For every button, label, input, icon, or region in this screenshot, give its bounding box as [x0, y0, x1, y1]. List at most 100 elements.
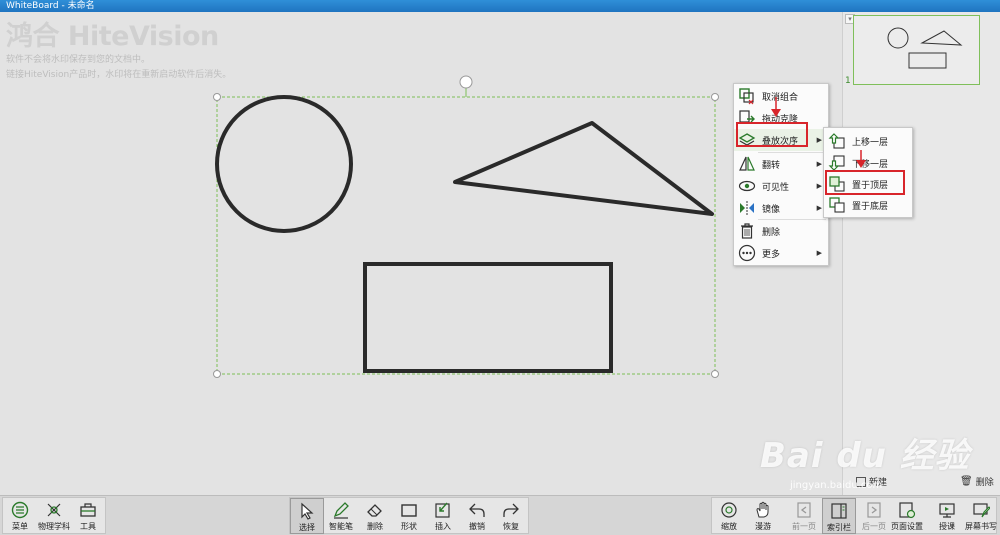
page-settings-icon	[899, 502, 916, 519]
insert-icon	[435, 502, 450, 518]
prev-page-icon	[797, 502, 811, 518]
prev-page-button[interactable]: 前一页	[787, 498, 821, 534]
toolbar-label: 缩放	[721, 522, 737, 531]
toolbar-label: 授课	[939, 522, 955, 531]
baidu-watermark-url: jingyan.baidu.com	[790, 480, 883, 491]
submenu-label: 上移一层	[852, 137, 889, 148]
next-page-icon	[867, 502, 881, 518]
select-tool-button[interactable]: 选择	[290, 498, 324, 534]
rotate-handle[interactable]	[459, 75, 473, 89]
submenu-item-send-to-back[interactable]: 置于底层	[824, 194, 912, 216]
menu-icon	[11, 501, 29, 519]
toolbar-label: 恢复	[503, 522, 519, 531]
shape-button[interactable]: 形状	[392, 498, 426, 534]
redo-button[interactable]: 恢复	[494, 498, 528, 534]
selection-box[interactable]	[216, 96, 716, 375]
screen-write-button[interactable]: 屏幕书写	[964, 498, 998, 534]
toolbar-label: 物理学科	[38, 522, 70, 531]
menu-label: 取消组合	[762, 92, 799, 103]
context-menu: 取消组合 拖动克隆 叠放次序 ▶ 翻转 ▶ 可见性 ▶ 镜像 ▶ 删除 更多 ▶	[733, 83, 829, 266]
submenu-item-move-up[interactable]: 上移一层	[824, 130, 912, 152]
menu-item-delete[interactable]: 删除	[734, 220, 828, 242]
redo-icon	[503, 503, 519, 517]
highlight-bring-to-front	[825, 170, 905, 195]
trash-icon: 🗑	[960, 476, 973, 487]
submenu-label: 置于底层	[852, 201, 889, 212]
drawing-layer[interactable]	[0, 0, 842, 495]
toolbar-label: 选择	[299, 523, 315, 532]
zoom-icon	[721, 502, 737, 518]
more-icon	[738, 244, 756, 262]
submenu-label: 下移一层	[852, 159, 889, 170]
menu-item-mirror[interactable]: 镜像 ▶	[734, 197, 828, 219]
eye-icon	[738, 180, 756, 192]
undo-button[interactable]: 撤销	[460, 498, 494, 534]
menu-label: 可见性	[762, 182, 790, 193]
toolbar-label: 后一页	[862, 522, 886, 531]
mirror-icon	[740, 201, 754, 215]
submenu-arrow-icon: ▶	[816, 136, 822, 144]
menu-item-ungroup[interactable]: 取消组合	[734, 85, 828, 107]
toolbar-label: 菜单	[12, 522, 28, 531]
eraser-icon	[367, 504, 382, 517]
shape-icon	[401, 504, 417, 517]
toolbar-label: 屏幕书写	[965, 522, 997, 531]
teach-button[interactable]: 授课	[930, 498, 964, 534]
toolbar-label: 工具	[80, 522, 96, 531]
ungroup-icon	[739, 88, 754, 105]
flip-icon	[739, 156, 755, 171]
resize-handle-top-left[interactable]	[213, 93, 221, 101]
delete-page-label: 删除	[975, 478, 994, 488]
triangle-shape[interactable]	[453, 121, 714, 216]
menu-item-flip[interactable]: 翻转 ▶	[734, 153, 828, 175]
tools-button[interactable]: 工具	[71, 498, 105, 534]
smart-pen-button[interactable]: 智能笔	[324, 498, 358, 534]
next-page-button[interactable]: 后一页	[857, 498, 891, 534]
menu-item-visibility[interactable]: 可见性 ▶	[734, 175, 828, 197]
toolbar-label: 删除	[367, 522, 383, 531]
resize-handle-bottom-right[interactable]	[711, 370, 719, 378]
baidu-watermark: Bai du 经验	[760, 436, 970, 476]
thumbnail-preview	[887, 27, 963, 69]
smart-pen-icon	[333, 502, 349, 519]
resize-handle-bottom-left[interactable]	[213, 370, 221, 378]
physics-icon	[47, 503, 61, 517]
cursor-icon	[301, 502, 314, 520]
toolbar-label: 撤销	[469, 522, 485, 531]
resize-handle-top-right[interactable]	[711, 93, 719, 101]
eraser-button[interactable]: 删除	[358, 498, 392, 534]
rectangle-shape[interactable]	[363, 262, 613, 373]
page-thumbnail[interactable]	[853, 15, 980, 85]
toolbar-label: 页面设置	[891, 522, 923, 531]
toolbox-icon	[80, 503, 96, 517]
menu-label: 删除	[762, 227, 781, 238]
menu-label: 翻转	[762, 160, 781, 171]
menu-label: 更多	[762, 249, 781, 260]
insert-button[interactable]: 插入	[426, 498, 460, 534]
physics-button[interactable]: 物理学科	[37, 498, 71, 534]
index-bar-icon	[831, 503, 847, 519]
toolbar-label: 插入	[435, 522, 451, 531]
toolbar-label: 形状	[401, 522, 417, 531]
send-to-back-icon	[829, 197, 845, 213]
move-up-icon	[828, 133, 845, 149]
toolbar-label: 索引栏	[827, 523, 851, 532]
pan-button[interactable]: 漫游	[746, 498, 780, 534]
submenu-arrow-icon: ▶	[816, 249, 822, 257]
highlight-layer-order	[736, 122, 808, 147]
page-number: 1	[845, 76, 851, 86]
submenu-arrow-icon: ▶	[816, 160, 822, 168]
toolbar-label: 前一页	[792, 522, 816, 531]
hand-icon	[756, 501, 769, 518]
submenu-arrow-icon: ▶	[816, 182, 822, 190]
index-bar-button[interactable]: 索引栏	[822, 498, 856, 534]
page-settings-button[interactable]: 页面设置	[890, 498, 924, 534]
zoom-button[interactable]: 缩放	[712, 498, 746, 534]
menu-label: 镜像	[762, 204, 781, 215]
undo-icon	[469, 503, 485, 517]
trash-icon	[741, 223, 753, 239]
menu-button[interactable]: 菜单	[3, 498, 37, 534]
circle-shape[interactable]	[215, 95, 353, 233]
menu-item-more[interactable]: 更多 ▶	[734, 242, 828, 264]
teach-icon	[939, 503, 955, 518]
